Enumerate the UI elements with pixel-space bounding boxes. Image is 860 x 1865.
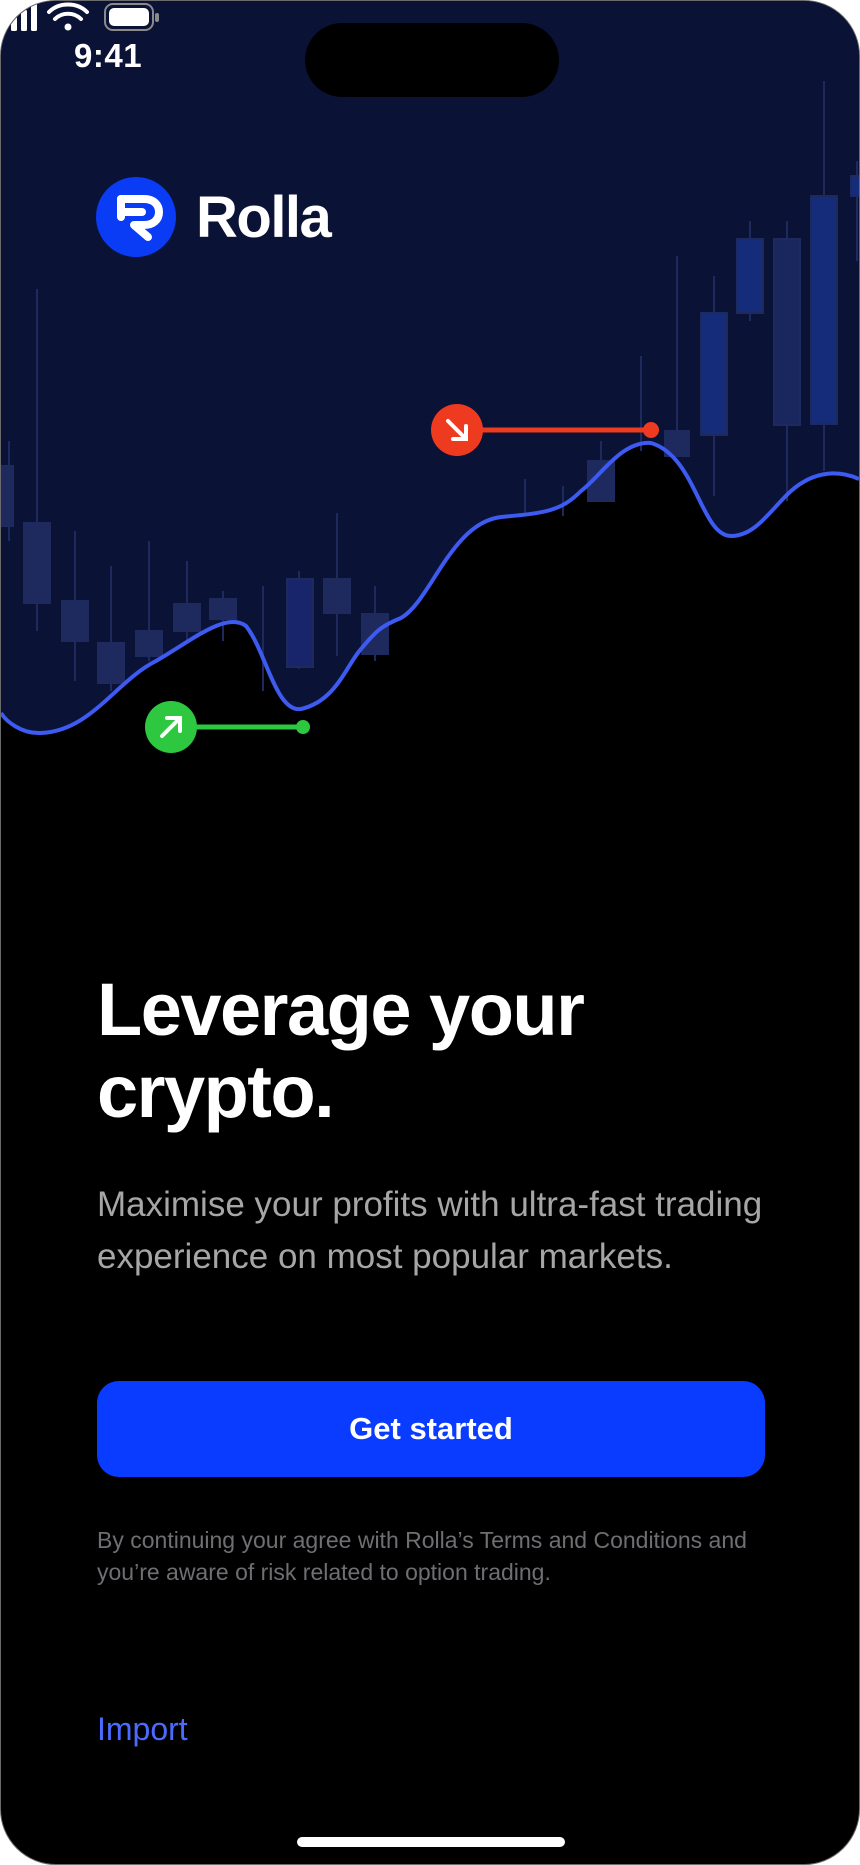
signal-icon: [1, 3, 37, 31]
hero-chart-graphic: [1, 1, 859, 753]
down-marker-dot: [643, 422, 659, 438]
up-marker-dot: [296, 720, 310, 734]
battery-icon: [104, 3, 159, 31]
brand-logo: Rolla: [96, 177, 332, 257]
dynamic-island: [305, 23, 559, 97]
hero-chart: 9:41 Rolla: [1, 1, 859, 761]
wifi-icon: [47, 2, 89, 31]
home-indicator[interactable]: [297, 1837, 565, 1847]
rolla-logo-icon: [96, 177, 176, 257]
legal-disclaimer: By continuing your agree with Rolla’s Te…: [97, 1527, 747, 1585]
status-time: 9:41: [74, 37, 143, 74]
chart-background-area: [1, 1, 859, 734]
subtitle: Maximise your profits with ultra-fast tr…: [97, 1185, 763, 1276]
phone-frame: 9:41 Rolla Leverage your crypto. Maximis…: [0, 0, 860, 1865]
brand-name: Rolla: [196, 184, 332, 250]
headline: Leverage your crypto.: [97, 968, 585, 1133]
status-icons: [1, 2, 159, 31]
import-link[interactable]: Import: [97, 1711, 188, 1748]
get-started-button[interactable]: Get started: [97, 1381, 765, 1477]
